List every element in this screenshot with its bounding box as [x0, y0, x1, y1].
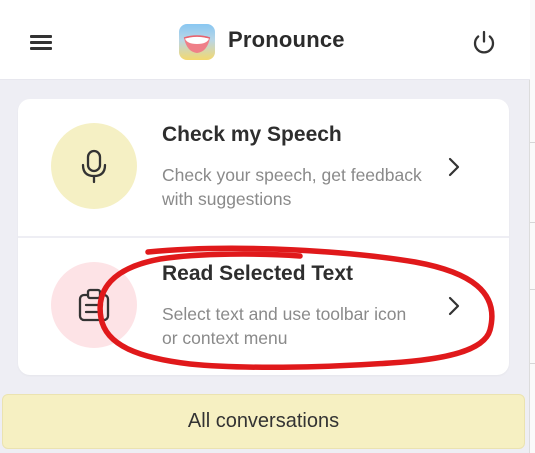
chevron-right-icon	[448, 296, 460, 316]
option-title: Read Selected Text	[162, 262, 354, 285]
option-icon-badge	[51, 262, 137, 348]
read-selected-text-option[interactable]: Read Selected Text Select text and use t…	[18, 238, 509, 375]
hamburger-menu-icon[interactable]	[28, 31, 54, 53]
chevron-right-icon	[448, 157, 460, 177]
clipboard-text-icon	[78, 288, 110, 322]
microphone-icon	[81, 149, 107, 184]
app-logo	[179, 24, 215, 60]
power-icon[interactable]	[470, 28, 498, 56]
check-speech-option[interactable]: Check my Speech Check your speech, get f…	[18, 99, 509, 236]
all-conversations-label: All conversations	[187, 410, 340, 432]
option-title: Check my Speech	[162, 123, 342, 146]
smiling-mouth-logo	[183, 35, 211, 53]
app-header: Pronounce	[0, 0, 530, 80]
options-card: Check my Speech Check your speech, get f…	[18, 99, 509, 375]
option-description: Check your speech, get feedback with sug…	[162, 165, 422, 209]
all-conversations-button[interactable]: All conversations	[2, 394, 525, 449]
app-title: Pronounce	[228, 27, 345, 52]
background-page-edge	[530, 0, 535, 453]
option-description: Select text and use toolbar icon or cont…	[162, 304, 407, 348]
option-icon-badge	[51, 123, 137, 209]
